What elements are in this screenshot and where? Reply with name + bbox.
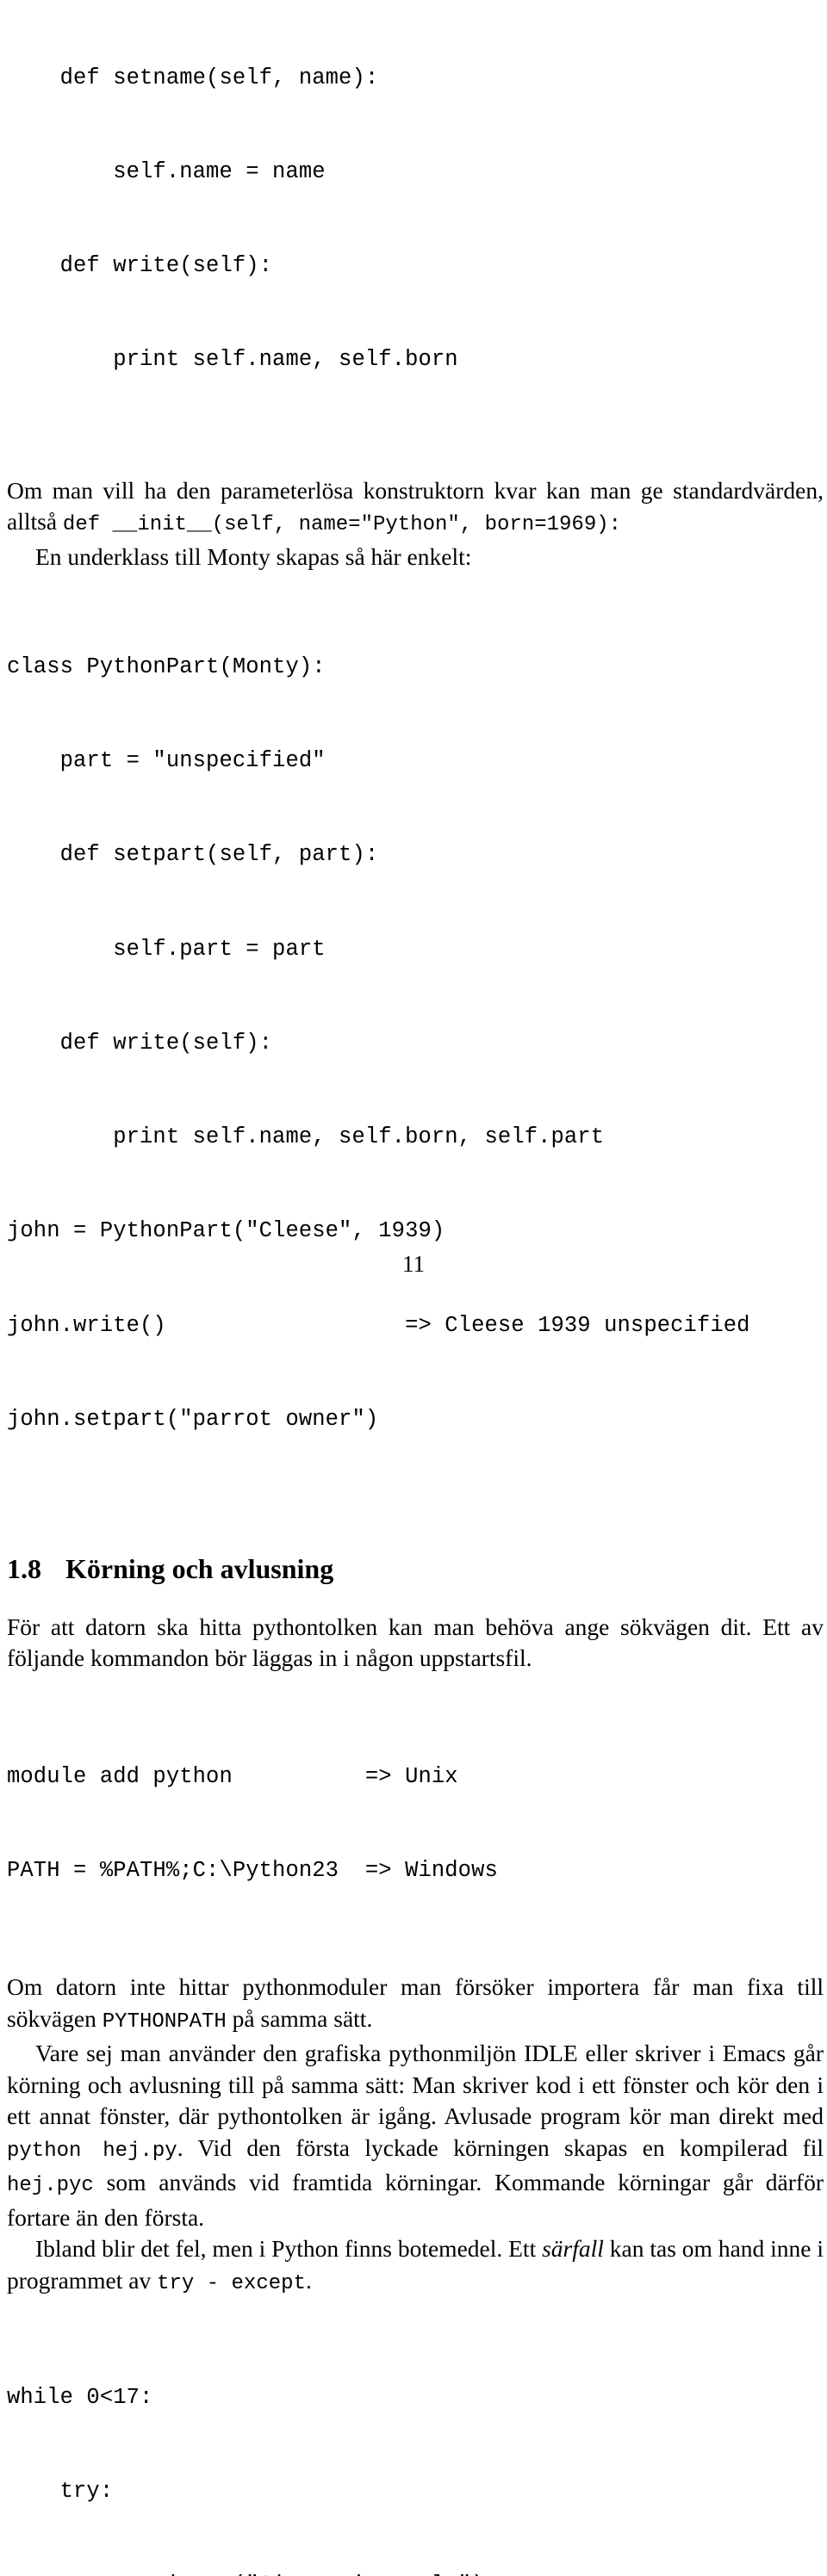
code-line: john = PythonPart("Cleese", 1939)	[7, 1218, 445, 1244]
code-block-pythonpart: class PythonPart(Monty): part = "unspeci…	[7, 589, 824, 1498]
code-line: module add python => Unix	[7, 1763, 458, 1789]
code-line: part = "unspecified"	[7, 748, 326, 774]
paragraph-text: . Vid den första lyckade körningen skapa…	[177, 2133, 824, 2161]
paragraph-subclass-intro: En underklass till Monty skapas så här e…	[35, 542, 472, 570]
paragraph-text: Vare sej man använder den grafiska pytho…	[7, 2040, 824, 2130]
paragraph-default-values: Om man vill ha den parameterlösa konstru…	[7, 475, 824, 542]
document-page: def setname(self, name): self.name = nam…	[0, 0, 827, 2576]
code-line-with-output: john.write() => Cleese 1939 unspecified	[7, 1312, 750, 1338]
section-number: 1.8	[7, 1552, 41, 1584]
code-block-setname: def setname(self, name): self.name = nam…	[7, 0, 824, 439]
inline-code-try-except: try - except	[157, 2271, 306, 2295]
code-line: def setname(self, name):	[7, 65, 379, 90]
code-line: class PythonPart(Monty):	[7, 654, 326, 679]
code-line: john.setpart("parrot owner")	[7, 1406, 379, 1432]
paragraph-text: som används vid framtida körningar. Komm…	[7, 2169, 824, 2231]
code-line: def write(self):	[7, 253, 273, 279]
emphasis-sarfall: särfall	[542, 2235, 604, 2263]
inline-code-pythonpath: PYTHONPATH	[102, 2009, 227, 2034]
code-line: while 0<17:	[7, 2385, 153, 2411]
paragraph-exceptions: Ibland blir det fel, men i Python finns …	[7, 2233, 824, 2300]
inline-code-init: def __init__(self, name="Python", born=1…	[62, 513, 622, 537]
paragraph-idle-emacs: Vare sej man använder den grafiska pytho…	[7, 2038, 824, 2233]
section-title: Körning och avlusning	[65, 1552, 334, 1584]
page-content: def setname(self, name): self.name = nam…	[7, 0, 824, 2576]
code-line: self.part = part	[7, 936, 326, 962]
code-line: def setpart(self, part):	[7, 842, 379, 868]
code-line: print self.name, self.born	[7, 347, 458, 373]
paragraph-text: .	[305, 2266, 312, 2294]
code-line: x = input("Gissa mitt tal:")	[7, 2570, 824, 2576]
inline-code-hej-pyc: hej.pyc	[7, 2174, 94, 2198]
paragraph-text: Ibland blir det fel, men i Python finns …	[35, 2235, 543, 2263]
page-number: 11	[402, 1251, 425, 1277]
code-line: PATH = %PATH%;C:\Python23 => Windows	[7, 1858, 498, 1883]
paragraph-path-setup: För att datorn ska hitta pythontolken ka…	[7, 1613, 824, 1672]
code-line: self.name = name	[7, 159, 326, 185]
code-line: def write(self):	[7, 1030, 273, 1056]
paragraph-text: på samma sätt.	[226, 2004, 373, 2032]
section-heading: 1.8 Körning och avlusning	[7, 1551, 824, 1586]
code-line: print self.name, self.born, self.part	[7, 1124, 605, 1150]
paragraph-pythonpath: Om datorn inte hittar pythonmoduler man …	[7, 1972, 824, 2038]
code-block-try-except: while 0<17: try: x = input("Gissa mitt t…	[7, 2319, 824, 2576]
inline-code-python-hej: python hej.py	[7, 2139, 177, 2163]
code-block-path: module add python => Unix PATH = %PATH%;…	[7, 1699, 824, 1949]
code-line: try:	[7, 2479, 114, 2505]
